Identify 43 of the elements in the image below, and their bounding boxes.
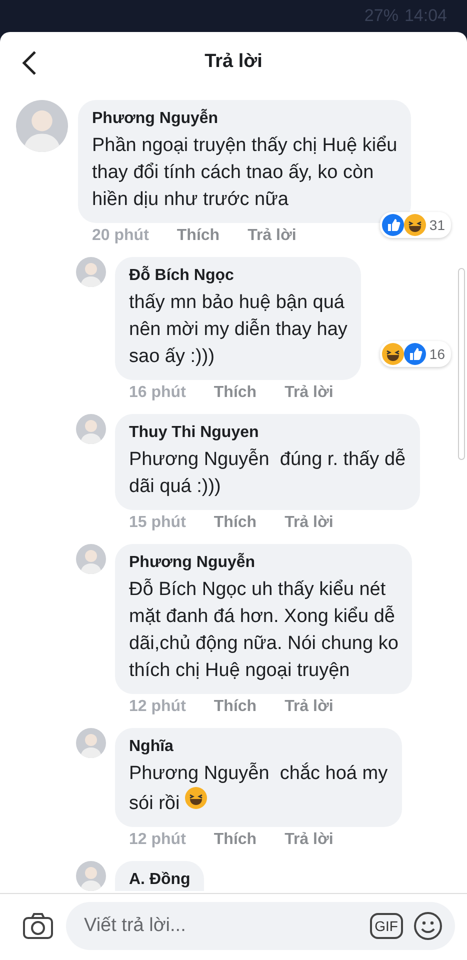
haha-reaction-icon <box>382 343 404 365</box>
commenter-name[interactable]: Phương Nguyễn <box>92 108 398 130</box>
comment-text: Đỗ Bích Ngọc uh thấy kiểu nét mặt đanh đá hơn. Xong kiểu dễ dãi,chủ động nữa. Nói chung ko thích chị Huệ ngoại truyện <box>129 578 398 683</box>
page-title: Trả lời <box>204 51 262 73</box>
avatar[interactable] <box>76 257 106 287</box>
emoji-icon[interactable] <box>413 911 443 941</box>
comment-text: Phần ngoại truyện thấy chị Huệ kiểu thay đổi tính cách tnao ấy, ko còn hiền dịu như trước nữa <box>92 134 398 212</box>
commenter-name[interactable]: Thuy Thi Nguyen <box>129 422 406 444</box>
avatar[interactable] <box>76 728 106 758</box>
comment-time: 15 phút <box>129 514 186 532</box>
reaction-count: 16 <box>429 346 445 362</box>
camera-icon[interactable] <box>22 912 54 940</box>
reply-input[interactable]: Viết trả lời... GIF <box>66 902 455 950</box>
comment-time: 20 phút <box>92 227 149 245</box>
reply-link[interactable]: Trả lời <box>284 384 334 402</box>
gif-button[interactable]: GIF <box>370 913 403 939</box>
reply-link[interactable]: Trả lời <box>284 514 334 532</box>
haha-reaction-icon <box>404 214 426 236</box>
commenter-name[interactable]: Phương Nguyễn <box>129 552 398 574</box>
like-link[interactable]: Thích <box>214 831 257 849</box>
commenter-name[interactable]: Nghĩa <box>129 736 388 758</box>
avatar[interactable] <box>76 414 106 444</box>
comment-text: Phương Nguyễn đúng r. thấy dễ dãi quá :))) <box>129 448 406 499</box>
reply-link[interactable]: Trả lời <box>284 698 334 716</box>
reply-link[interactable]: Trả lời <box>248 227 296 245</box>
like-link[interactable]: Thích <box>214 514 257 532</box>
comment-time: 16 phút <box>129 384 186 402</box>
avatar[interactable] <box>76 861 106 891</box>
reply-link[interactable]: Trả lời <box>284 831 334 849</box>
scrollbar[interactable] <box>458 268 465 460</box>
reaction-count: 31 <box>429 217 445 233</box>
laughing-emoji-icon <box>184 787 207 809</box>
commenter-name[interactable]: Đỗ Bích Ngọc <box>129 265 348 287</box>
like-link[interactable]: Thích <box>176 227 220 245</box>
like-link[interactable]: Thích <box>214 698 257 716</box>
comment-time: 12 phút <box>129 698 186 716</box>
commenter-name[interactable]: A. Đồng <box>129 869 190 891</box>
comment-time: 12 phút <box>129 831 186 849</box>
avatar[interactable] <box>76 544 106 574</box>
comment-text: thấy mn bảo huệ bận quá nên mời my diễn thay hay sao ấy :))) <box>129 291 348 369</box>
avatar[interactable] <box>16 100 68 152</box>
comment-text: Phương Nguyễn chắc hoá my sói rồi <box>129 762 388 816</box>
like-link[interactable]: Thích <box>214 384 257 402</box>
